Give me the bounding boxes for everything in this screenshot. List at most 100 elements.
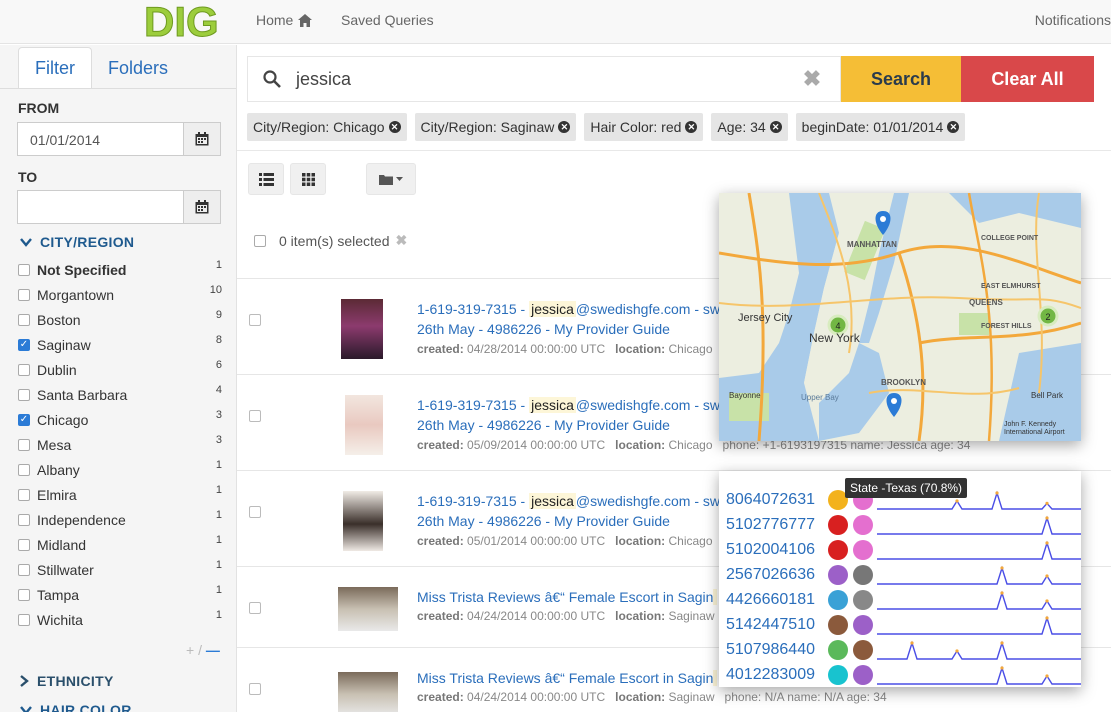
result-checkbox[interactable] <box>249 506 261 518</box>
city-facet-item[interactable]: Dublin 6 <box>18 357 222 382</box>
filter-chip[interactable]: beginDate: 01/01/2014 ✕ <box>795 113 966 141</box>
city-facet-item[interactable]: ✓ Saginaw 8 <box>18 332 222 357</box>
city-facet-item[interactable]: ✓ Chicago 3 <box>18 407 222 432</box>
result-thumbnail[interactable] <box>338 587 398 631</box>
city-facet-item[interactable]: Independence 1 <box>18 507 222 532</box>
result-title[interactable]: Miss Trista Reviews â€“ Female Escort in… <box>417 589 718 605</box>
select-all-checkbox[interactable] <box>254 234 266 247</box>
sparkline-row[interactable]: 2567026636 <box>719 563 1081 588</box>
phone-number-link[interactable]: 4012283009 <box>726 666 815 684</box>
filter-chip[interactable]: Age: 34 ✕ <box>711 113 788 141</box>
city-pie-chart[interactable] <box>853 540 873 560</box>
state-pie-chart[interactable] <box>828 665 848 685</box>
search-input[interactable]: jessica ✖ <box>247 56 841 102</box>
city-pie-chart[interactable] <box>853 665 873 685</box>
city-facet-item[interactable]: Wichita 1 <box>18 607 222 632</box>
city-checkbox[interactable] <box>18 388 30 401</box>
phone-number-link[interactable]: 5102776777 <box>726 516 815 534</box>
city-checkbox[interactable] <box>18 538 30 551</box>
city-checkbox[interactable] <box>18 313 30 326</box>
result-subtitle[interactable]: 26th May - 4986226 - My Provider Guide <box>417 321 670 337</box>
plus-icon[interactable]: + <box>186 642 194 658</box>
nav-home-link[interactable]: Home <box>256 12 313 28</box>
city-facet-item[interactable]: Mesa 3 <box>18 432 222 457</box>
phone-number-link[interactable]: 4426660181 <box>726 591 815 609</box>
map-overlay[interactable]: 4 2 Jersey City New York BROOKLYN MANHAT… <box>719 193 1081 441</box>
result-checkbox[interactable] <box>249 410 261 422</box>
phone-number-link[interactable]: 2567026636 <box>726 566 815 584</box>
clear-all-button[interactable]: Clear All <box>961 56 1094 102</box>
remove-chip-icon[interactable]: ✕ <box>685 121 698 133</box>
phone-number-link[interactable]: 5102004106 <box>726 541 815 559</box>
tab-folders[interactable]: Folders <box>92 47 184 89</box>
to-date-field[interactable] <box>17 190 221 224</box>
state-pie-chart[interactable] <box>828 565 848 585</box>
grid-view-button[interactable] <box>290 163 326 195</box>
city-facet-item[interactable]: Midland 1 <box>18 532 222 557</box>
nav-saved-queries-link[interactable]: Saved Queries <box>341 12 434 28</box>
more-less-toggle[interactable]: + / — <box>186 642 220 658</box>
sparkline-row[interactable]: 4426660181 <box>719 588 1081 613</box>
phone-number-link[interactable]: 5107986440 <box>726 641 815 659</box>
filter-chip[interactable]: City/Region: Saginaw ✕ <box>414 113 577 141</box>
city-checkbox[interactable] <box>18 563 30 576</box>
tab-filter[interactable]: Filter <box>18 47 92 89</box>
result-thumbnail[interactable] <box>345 395 383 455</box>
city-checkbox[interactable] <box>18 263 30 276</box>
clear-selection-icon[interactable]: ✖ <box>395 232 407 249</box>
nav-notifications-link[interactable]: Notifications <box>1035 12 1111 28</box>
sparkline-row[interactable]: 5102776777 <box>719 513 1081 538</box>
state-pie-chart[interactable] <box>828 590 848 610</box>
from-date-field[interactable]: 01/01/2014 <box>17 122 221 156</box>
result-title[interactable]: 1-619-319-7315 - jessica @swedishgfe.com … <box>417 493 720 509</box>
city-region-header[interactable]: CITY/REGION <box>20 234 134 250</box>
folder-dropdown-button[interactable] <box>366 163 416 195</box>
city-checkbox[interactable] <box>18 363 30 376</box>
city-facet-item[interactable]: Boston 9 <box>18 307 222 332</box>
result-title[interactable]: 1-619-319-7315 - jessica @swedishgfe.com … <box>417 301 720 317</box>
map-cluster-marker[interactable]: 2 <box>1037 305 1059 327</box>
state-pie-chart[interactable] <box>828 515 848 535</box>
sparkline-row[interactable]: 5142447510 <box>719 613 1081 638</box>
ethnicity-header[interactable]: ETHNICITY <box>20 673 114 689</box>
city-pie-chart[interactable] <box>853 565 873 585</box>
result-title[interactable]: Miss Trista Reviews â€“ Female Escort in… <box>417 670 718 686</box>
city-facet-item[interactable]: Morgantown 10 <box>18 282 222 307</box>
filter-chip[interactable]: Hair Color: red ✕ <box>584 113 704 141</box>
city-checkbox[interactable] <box>18 588 30 601</box>
phone-number-link[interactable]: 5142447510 <box>726 616 815 634</box>
hair-color-header[interactable]: HAIR COLOR <box>20 702 132 712</box>
state-pie-chart[interactable] <box>828 540 848 560</box>
dig-logo[interactable]: DIG <box>140 0 228 40</box>
remove-chip-icon[interactable]: ✕ <box>388 121 401 133</box>
city-checkbox[interactable] <box>18 438 30 451</box>
city-pie-chart[interactable] <box>853 515 873 535</box>
sparkline-row[interactable]: 4012283009 <box>719 663 1081 688</box>
result-thumbnail[interactable] <box>341 299 383 359</box>
city-pie-chart[interactable] <box>853 640 873 660</box>
result-checkbox[interactable] <box>249 602 261 614</box>
city-pie-chart[interactable] <box>853 615 873 635</box>
city-facet-item[interactable]: Tampa 1 <box>18 582 222 607</box>
phone-number-link[interactable]: 8064072631 <box>726 491 815 509</box>
result-title[interactable]: 1-619-319-7315 - jessica @swedishgfe.com … <box>417 397 720 413</box>
remove-chip-icon[interactable]: ✕ <box>769 121 782 133</box>
filter-chip[interactable]: City/Region: Chicago ✕ <box>247 113 407 141</box>
clear-query-icon[interactable]: ✖ <box>784 66 840 92</box>
state-pie-chart[interactable] <box>828 615 848 635</box>
from-date-value[interactable]: 01/01/2014 <box>18 123 183 155</box>
remove-chip-icon[interactable]: ✕ <box>558 121 571 133</box>
city-checkbox[interactable]: ✓ <box>18 413 30 426</box>
remove-chip-icon[interactable]: ✕ <box>947 121 960 133</box>
city-checkbox[interactable] <box>18 513 30 526</box>
minus-icon[interactable]: — <box>206 642 220 658</box>
calendar-icon[interactable] <box>183 191 220 223</box>
list-view-button[interactable] <box>248 163 284 195</box>
city-checkbox[interactable] <box>18 463 30 476</box>
sparkline-row[interactable]: 5102004106 <box>719 538 1081 563</box>
result-thumbnail[interactable] <box>343 491 383 551</box>
city-checkbox[interactable] <box>18 288 30 301</box>
city-pie-chart[interactable] <box>853 590 873 610</box>
state-pie-chart[interactable] <box>828 640 848 660</box>
sparkline-row[interactable]: 5107986440 <box>719 638 1081 663</box>
